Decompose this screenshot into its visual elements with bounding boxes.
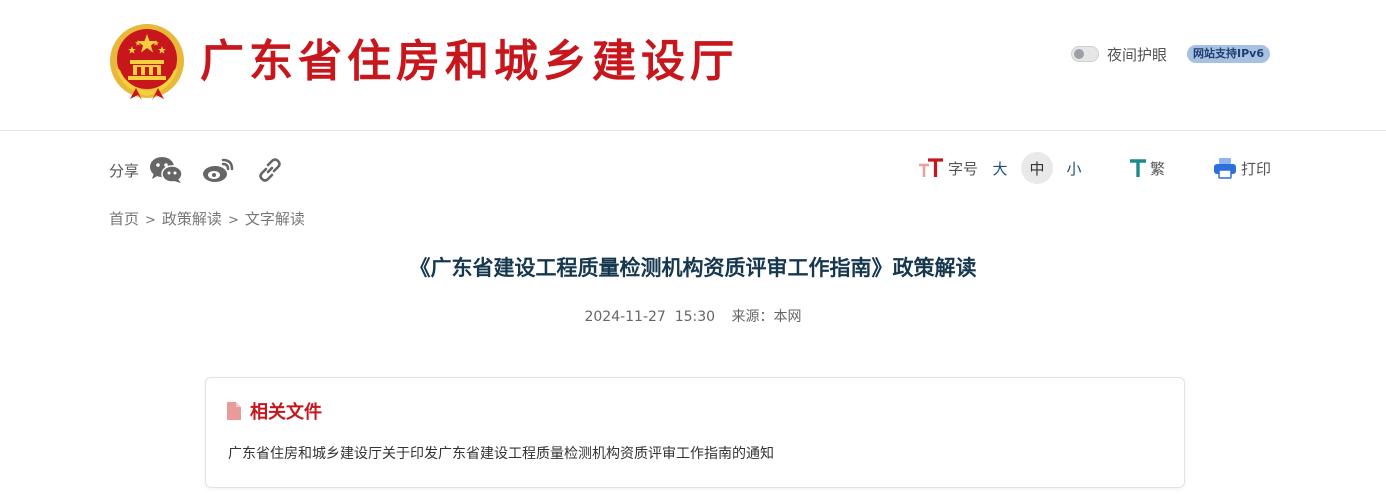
share-label: 分享 — [109, 161, 140, 180]
wechat-icon[interactable] — [149, 154, 183, 186]
link-icon[interactable] — [253, 154, 287, 186]
night-mode-label: 夜间护眼 — [1107, 45, 1168, 64]
article-meta: 2024-11-27 15:30 来源：本网 — [0, 306, 1386, 326]
font-size-control: 字号 — [918, 152, 978, 184]
print-label: 打印 — [1241, 159, 1272, 178]
breadcrumb: 首页 > 政策解读 > 文字解读 — [109, 208, 305, 229]
printer-icon — [1213, 157, 1237, 179]
article-title: 《广东省建设工程质量检测机构资质评审工作指南》政策解读 — [409, 256, 977, 280]
publish-date: 2024-11-27 15:30 — [584, 309, 716, 325]
font-size-icon — [918, 157, 944, 179]
breadcrumb-policy-interpretation[interactable]: 政策解读 — [162, 210, 222, 228]
breadcrumb-separator: > — [227, 213, 239, 228]
traditional-label: 繁 — [1150, 159, 1166, 178]
font-size-small[interactable]: 小 — [1058, 152, 1090, 184]
site-title: 广东省住房和城乡建设厅 — [200, 36, 739, 87]
breadcrumb-text-interpretation[interactable]: 文字解读 — [245, 210, 305, 228]
traditional-chinese-button[interactable]: 繁 — [1128, 152, 1165, 184]
font-size-label: 字号 — [948, 159, 979, 178]
site-header: 广东省住房和城乡建设厅 夜间护眼 网站支持IPv6 — [0, 0, 1386, 131]
print-button[interactable]: 打印 — [1213, 152, 1271, 184]
related-file-link[interactable]: 广东省住房和城乡建设厅关于印发广东省建设工程质量检测机构资质评审工作指南的通知 — [228, 443, 774, 463]
breadcrumb-separator: > — [145, 213, 156, 228]
article-source: 来源：本网 — [731, 309, 802, 325]
related-files-header: 相关文件 — [226, 398, 322, 424]
national-emblem-logo — [108, 22, 186, 100]
toggle-switch[interactable] — [1071, 46, 1099, 62]
share-bar: 分享 — [109, 154, 305, 186]
traditional-icon — [1128, 157, 1148, 179]
font-size-large[interactable]: 大 — [984, 152, 1016, 184]
font-size-medium[interactable]: 中 — [1021, 152, 1053, 184]
night-mode-switch[interactable]: 夜间护眼 — [1071, 44, 1167, 64]
breadcrumb-home[interactable]: 首页 — [109, 210, 139, 228]
ipv6-badge: 网站支持IPv6 — [1187, 45, 1270, 63]
related-files-box: 相关文件 广东省住房和城乡建设厅关于印发广东省建设工程质量检测机构资质评审工作指… — [205, 377, 1185, 488]
weibo-icon[interactable] — [201, 154, 235, 186]
related-files-title: 相关文件 — [250, 402, 322, 423]
document-icon — [226, 401, 242, 421]
